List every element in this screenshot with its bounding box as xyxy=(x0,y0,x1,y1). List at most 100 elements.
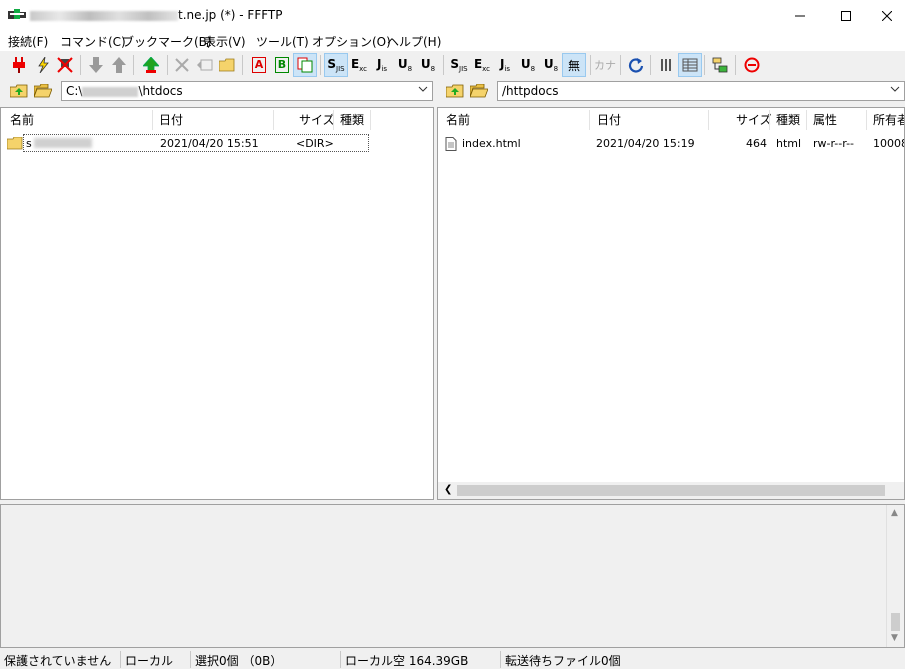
kanji-utf8-local-button[interactable]: U8 xyxy=(394,54,416,76)
column-divider[interactable] xyxy=(866,110,867,130)
column-divider[interactable] xyxy=(708,110,709,130)
kanji-jis-local-button[interactable]: Jis xyxy=(371,54,393,76)
sync-browse-button[interactable] xyxy=(709,54,731,76)
download-button[interactable] xyxy=(85,54,107,76)
remote-file-list[interactable]: 名前 日付 サイズ 種類 属性 所有者 index.html 2021/04/2… xyxy=(437,107,905,500)
abort-button[interactable] xyxy=(741,54,763,76)
status-free-space: ローカル空 164.39GB xyxy=(345,654,469,668)
toolbar-separator xyxy=(80,55,81,75)
minimize-button[interactable] xyxy=(777,0,823,31)
column-divider[interactable] xyxy=(806,110,807,130)
ffftp-app-icon[interactable] xyxy=(8,8,26,22)
local-col-name[interactable]: 名前 xyxy=(10,108,34,132)
ascii-icon: A xyxy=(252,57,266,73)
column-divider[interactable] xyxy=(769,110,770,130)
chevron-down-icon[interactable] xyxy=(418,84,428,97)
detail-view-button[interactable] xyxy=(678,53,702,77)
disconnect-button[interactable] xyxy=(54,54,76,76)
no-conversion-icon: 無 xyxy=(567,58,580,73)
kanji-sjis-remote-button[interactable]: SJIS xyxy=(448,54,470,76)
kana-conversion-button[interactable]: カナ xyxy=(594,54,616,76)
menu-options[interactable]: オプション(O) xyxy=(312,33,391,50)
refresh-button[interactable] xyxy=(625,54,647,76)
local-open-folder-button[interactable] xyxy=(33,82,53,100)
local-file-list[interactable]: 名前 日付 サイズ 種類 s 2021/04/20 15:51 <DIR> xyxy=(0,107,434,500)
remote-col-date[interactable]: 日付 xyxy=(597,108,621,132)
jis-icon: Jis xyxy=(377,57,387,73)
scroll-down-icon[interactable]: ▼ xyxy=(891,633,898,643)
folder-up-icon xyxy=(446,84,464,98)
local-col-date[interactable]: 日付 xyxy=(159,108,183,132)
kanji-euc-local-button[interactable]: Exc xyxy=(348,54,370,76)
remote-col-owner[interactable]: 所有者 xyxy=(873,108,904,132)
auto-mode-button[interactable] xyxy=(293,53,317,77)
kanji-euc-remote-button[interactable]: Exc xyxy=(471,54,493,76)
utf8bom-icon: U8 xyxy=(544,57,558,73)
remote-col-attr[interactable]: 属性 xyxy=(813,108,837,132)
toolbar-separator xyxy=(242,55,243,75)
menu-connect[interactable]: 接続(F) xyxy=(8,33,48,50)
local-path-text: C:\ \htdocs xyxy=(66,84,183,98)
ascii-mode-button[interactable]: A xyxy=(248,54,270,76)
menu-bookmark[interactable]: ブックマーク(B) xyxy=(122,33,212,50)
menu-tools[interactable]: ツール(T) xyxy=(256,33,309,50)
refresh-icon xyxy=(628,58,644,73)
local-col-type[interactable]: 種類 xyxy=(340,108,364,132)
scroll-up-icon[interactable]: ▲ xyxy=(891,508,898,518)
column-divider[interactable] xyxy=(370,110,371,130)
local-parent-folder-button[interactable] xyxy=(9,82,29,100)
remote-col-type[interactable]: 種類 xyxy=(776,108,800,132)
maximize-button[interactable] xyxy=(823,0,869,31)
binary-mode-button[interactable]: B xyxy=(271,54,293,76)
new-folder-button[interactable] xyxy=(216,54,238,76)
open-folder-icon xyxy=(470,84,488,98)
arrow-down-icon xyxy=(89,57,103,73)
menu-command[interactable]: コマンド(C) xyxy=(60,33,126,50)
toolbar-separator xyxy=(167,55,168,75)
scroll-left-icon[interactable]: ❮ xyxy=(444,484,452,495)
kanji-jis-remote-button[interactable]: Jis xyxy=(494,54,516,76)
mirror-upload-button[interactable] xyxy=(140,54,162,76)
scrollbar-thumb[interactable] xyxy=(891,613,900,631)
kanji-utf8bom-remote-button[interactable]: U8 xyxy=(540,54,562,76)
vertical-scrollbar[interactable]: ▲ ▼ xyxy=(886,505,904,647)
euc-sub: xc xyxy=(359,65,368,73)
kanji-utf8bom-local-button[interactable]: U8 xyxy=(417,54,439,76)
menu-help[interactable]: ヘルプ(H) xyxy=(387,33,441,50)
remote-col-size[interactable]: サイズ xyxy=(736,108,772,132)
menu-view[interactable]: 表示(V) xyxy=(204,33,246,50)
table-row[interactable]: index.html 2021/04/20 15:19 464 html rw-… xyxy=(438,135,904,153)
column-divider[interactable] xyxy=(333,110,334,130)
kanji-utf8-remote-button[interactable]: U8 xyxy=(517,54,539,76)
file-date: 2021/04/20 15:19 xyxy=(596,137,695,150)
connect-button[interactable] xyxy=(8,54,30,76)
quick-connect-button[interactable] xyxy=(32,54,54,76)
rename-button[interactable] xyxy=(194,54,216,76)
remote-col-name[interactable]: 名前 xyxy=(446,108,470,132)
local-path-combobox[interactable]: C:\ \htdocs xyxy=(61,81,433,101)
column-divider[interactable] xyxy=(152,110,153,130)
log-window[interactable]: ▲ ▼ xyxy=(0,504,905,648)
folder-icon xyxy=(7,137,23,150)
open-folder-icon xyxy=(34,84,52,98)
list-view-button[interactable] xyxy=(656,54,678,76)
remote-path-combobox[interactable]: /httpdocs xyxy=(497,81,905,101)
chevron-down-icon[interactable] xyxy=(890,84,900,97)
close-button[interactable] xyxy=(869,0,905,31)
no-conversion-button[interactable]: 無 xyxy=(562,53,586,77)
remote-parent-folder-button[interactable] xyxy=(445,82,465,100)
maximize-icon xyxy=(841,10,851,21)
table-row[interactable]: s 2021/04/20 15:51 <DIR> xyxy=(7,134,369,152)
kanji-sjis-local-button[interactable]: SJIS xyxy=(324,53,348,77)
column-divider[interactable] xyxy=(273,110,274,130)
remote-open-folder-button[interactable] xyxy=(469,82,489,100)
delete-button[interactable] xyxy=(171,54,193,76)
column-divider[interactable] xyxy=(589,110,590,130)
horizontal-scrollbar[interactable]: ❮ xyxy=(438,482,904,499)
scrollbar-thumb[interactable] xyxy=(457,485,885,496)
toolbar-separator xyxy=(735,55,736,75)
auto-mode-icon xyxy=(297,57,313,73)
euc-sub: xc xyxy=(482,65,491,73)
upload-button[interactable] xyxy=(108,54,130,76)
local-col-size[interactable]: サイズ xyxy=(299,108,335,132)
